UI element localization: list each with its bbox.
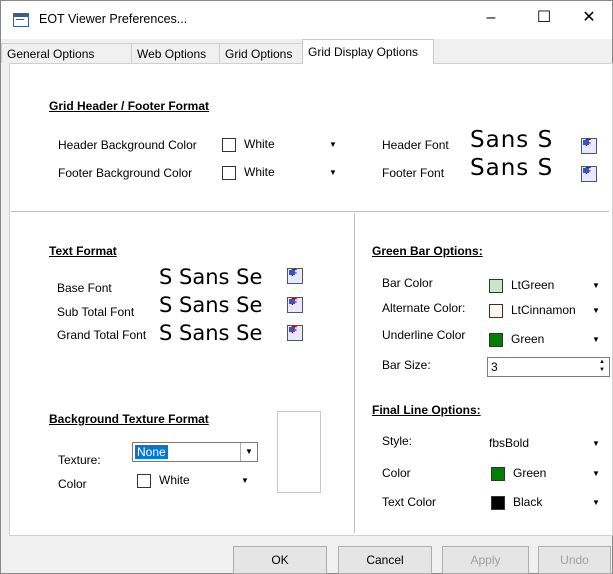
alternate-color-swatch — [489, 304, 503, 318]
underline-color-label: Underline Color — [382, 328, 466, 342]
chevron-down-icon: ▼ — [592, 439, 600, 448]
header-font-label: Header Font — [382, 138, 449, 152]
header-font-preview: Sans S — [470, 127, 554, 153]
font-picker-icon[interactable] — [287, 268, 303, 284]
maximize-button[interactable]: ☐ — [521, 1, 567, 35]
tab-general-options[interactable]: General Options — [1, 43, 132, 63]
chevron-down-icon[interactable]: ▼ — [240, 443, 257, 461]
ok-button[interactable]: OK — [233, 546, 327, 574]
chevron-down-icon: ▼ — [592, 335, 600, 344]
footer-bg-color-value: White — [244, 165, 275, 179]
title-bar: EOT Viewer Preferences... – ☐ ✕ — [1, 1, 612, 39]
font-picker-icon[interactable] — [581, 138, 597, 154]
grand-total-font-label: Grand Total Font — [57, 328, 147, 342]
header-bg-color-select[interactable]: White ▼ — [222, 135, 347, 155]
close-button[interactable]: ✕ — [566, 1, 612, 35]
preferences-window: EOT Viewer Preferences... – ☐ ✕ General … — [0, 0, 613, 574]
sub-total-font-preview: S Sans Se — [159, 293, 263, 317]
texture-color-swatch — [137, 474, 151, 488]
base-font-preview: S Sans Se — [159, 265, 263, 289]
text-color-label: Text Color — [382, 495, 437, 509]
bar-color-label: Bar Color — [382, 276, 433, 290]
footer-bg-color-select[interactable]: White ▼ — [222, 163, 347, 183]
texture-label: Texture: — [58, 453, 101, 467]
final-line-color-value: Green — [513, 466, 547, 480]
texture-color-select[interactable]: White ▼ — [137, 471, 259, 491]
font-picker-icon[interactable] — [287, 325, 303, 341]
green-bar-section-title: Green Bar Options: — [372, 244, 483, 258]
texture-dropdown[interactable]: None ▼ — [132, 442, 258, 462]
cancel-button[interactable]: Cancel — [338, 546, 432, 574]
font-picker-icon[interactable] — [287, 297, 303, 313]
chevron-down-icon: ▼ — [592, 306, 600, 315]
underline-color-value: Green — [511, 332, 545, 346]
tab-grid-display-options[interactable]: Grid Display Options — [302, 39, 434, 64]
grand-total-font-preview: S Sans Se — [159, 321, 263, 345]
divider — [354, 213, 355, 533]
minimize-button[interactable]: – — [468, 1, 514, 35]
tab-web-options[interactable]: Web Options — [131, 43, 220, 63]
text-color-value: Black — [513, 495, 543, 509]
text-color-swatch — [491, 496, 505, 510]
chevron-down-icon: ▼ — [592, 281, 600, 290]
texture-color-value: White — [159, 473, 190, 487]
style-label: Style: — [382, 434, 413, 448]
chevron-down-icon: ▼ — [592, 469, 600, 478]
chevron-down-icon: ▼ — [592, 498, 600, 507]
texture-color-label: Color — [58, 477, 87, 491]
alternate-color-value: LtCinnamon — [511, 303, 576, 317]
apply-button[interactable]: Apply — [442, 546, 529, 574]
spin-updown-icon[interactable]: ▲ ▼ — [595, 358, 609, 376]
chevron-down-icon: ▼ — [241, 476, 249, 485]
underline-color-swatch — [489, 333, 503, 347]
footer-bg-color-swatch — [222, 166, 236, 180]
texture-selected-value: None — [135, 445, 168, 459]
header-bg-color-swatch — [222, 138, 236, 152]
alternate-color-select[interactable]: LtCinnamon ▼ — [489, 301, 609, 321]
underline-color-select[interactable]: Green ▼ — [489, 330, 609, 350]
tab-grid-options[interactable]: Grid Options — [219, 43, 303, 63]
chevron-down-icon: ▼ — [329, 168, 337, 177]
base-font-label: Base Font — [57, 281, 112, 295]
final-line-color-label: Color — [382, 466, 411, 480]
style-value: fbsBold — [489, 436, 530, 450]
text-format-section-title: Text Format — [49, 244, 117, 258]
header-footer-section-title: Grid Header / Footer Format — [49, 99, 210, 113]
alternate-color-label: Alternate Color: — [382, 301, 466, 315]
final-line-section-title: Final Line Options: — [372, 403, 481, 417]
final-line-color-select[interactable]: Green ▼ — [491, 464, 609, 484]
bar-color-value: LtGreen — [511, 278, 555, 292]
sub-total-font-label: Sub Total Font — [57, 305, 135, 319]
footer-font-preview: Sans S — [470, 155, 554, 181]
bar-color-select[interactable]: LtGreen ▼ — [489, 276, 609, 296]
footer-font-label: Footer Font — [382, 166, 445, 180]
app-window-icon — [13, 13, 29, 27]
window-title: EOT Viewer Preferences... — [39, 12, 188, 26]
background-texture-section-title: Background Texture Format — [49, 412, 209, 426]
style-select[interactable]: fbsBold ▼ — [467, 434, 609, 454]
final-line-color-swatch — [491, 467, 505, 481]
chevron-down-icon: ▼ — [329, 140, 337, 149]
header-bg-color-value: White — [244, 137, 275, 151]
bar-color-swatch — [489, 279, 503, 293]
text-color-select[interactable]: Black ▼ — [491, 493, 609, 513]
bar-size-label: Bar Size: — [382, 358, 431, 372]
texture-preview — [277, 411, 321, 493]
header-bg-color-label: Header Background Color — [58, 138, 197, 152]
footer-bg-color-label: Footer Background Color — [58, 166, 193, 180]
tab-strip: General Options Web Options Grid Options… — [1, 39, 612, 64]
bar-size-value: 3 — [491, 360, 498, 374]
font-picker-icon[interactable] — [581, 166, 597, 182]
undo-button[interactable]: Undo — [538, 546, 611, 574]
bar-size-stepper[interactable]: 3 ▲ ▼ — [487, 357, 610, 377]
divider — [11, 211, 609, 212]
